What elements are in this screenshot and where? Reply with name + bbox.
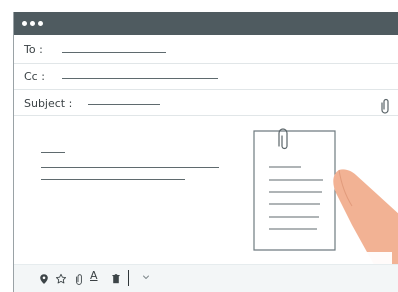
to-recipient-line: [62, 52, 166, 53]
subject-field[interactable]: Subject :: [14, 90, 398, 116]
compose-toolbar: A: [14, 264, 398, 292]
cc-recipient-line: [62, 78, 218, 79]
trash-icon[interactable]: [110, 273, 122, 285]
subject-label: Subject :: [24, 97, 73, 110]
text-format-icon[interactable]: A: [90, 270, 98, 281]
cc-field[interactable]: Cc :: [14, 64, 398, 90]
email-window: To : Cc : Subject : A: [13, 12, 398, 292]
star-icon[interactable]: [55, 273, 67, 285]
toolbar-divider: [128, 270, 129, 286]
window-control-dot: [22, 21, 27, 26]
to-label: To :: [24, 43, 43, 56]
email-illustration: To : Cc : Subject : A: [0, 0, 398, 292]
chevron-down-icon[interactable]: [142, 273, 150, 281]
body-line: [41, 167, 219, 168]
body-line: [41, 179, 185, 180]
to-field[interactable]: To :: [14, 35, 398, 64]
window-control-dot: [30, 21, 35, 26]
window-title-bar: [14, 12, 398, 35]
body-line: [41, 152, 65, 153]
paperclip-icon[interactable]: [381, 98, 391, 114]
subject-text-line: [88, 104, 160, 105]
window-control-dot: [38, 21, 43, 26]
location-pin-icon[interactable]: [38, 273, 50, 285]
paperclip-icon[interactable]: [74, 273, 86, 285]
cc-label: Cc :: [24, 70, 45, 83]
